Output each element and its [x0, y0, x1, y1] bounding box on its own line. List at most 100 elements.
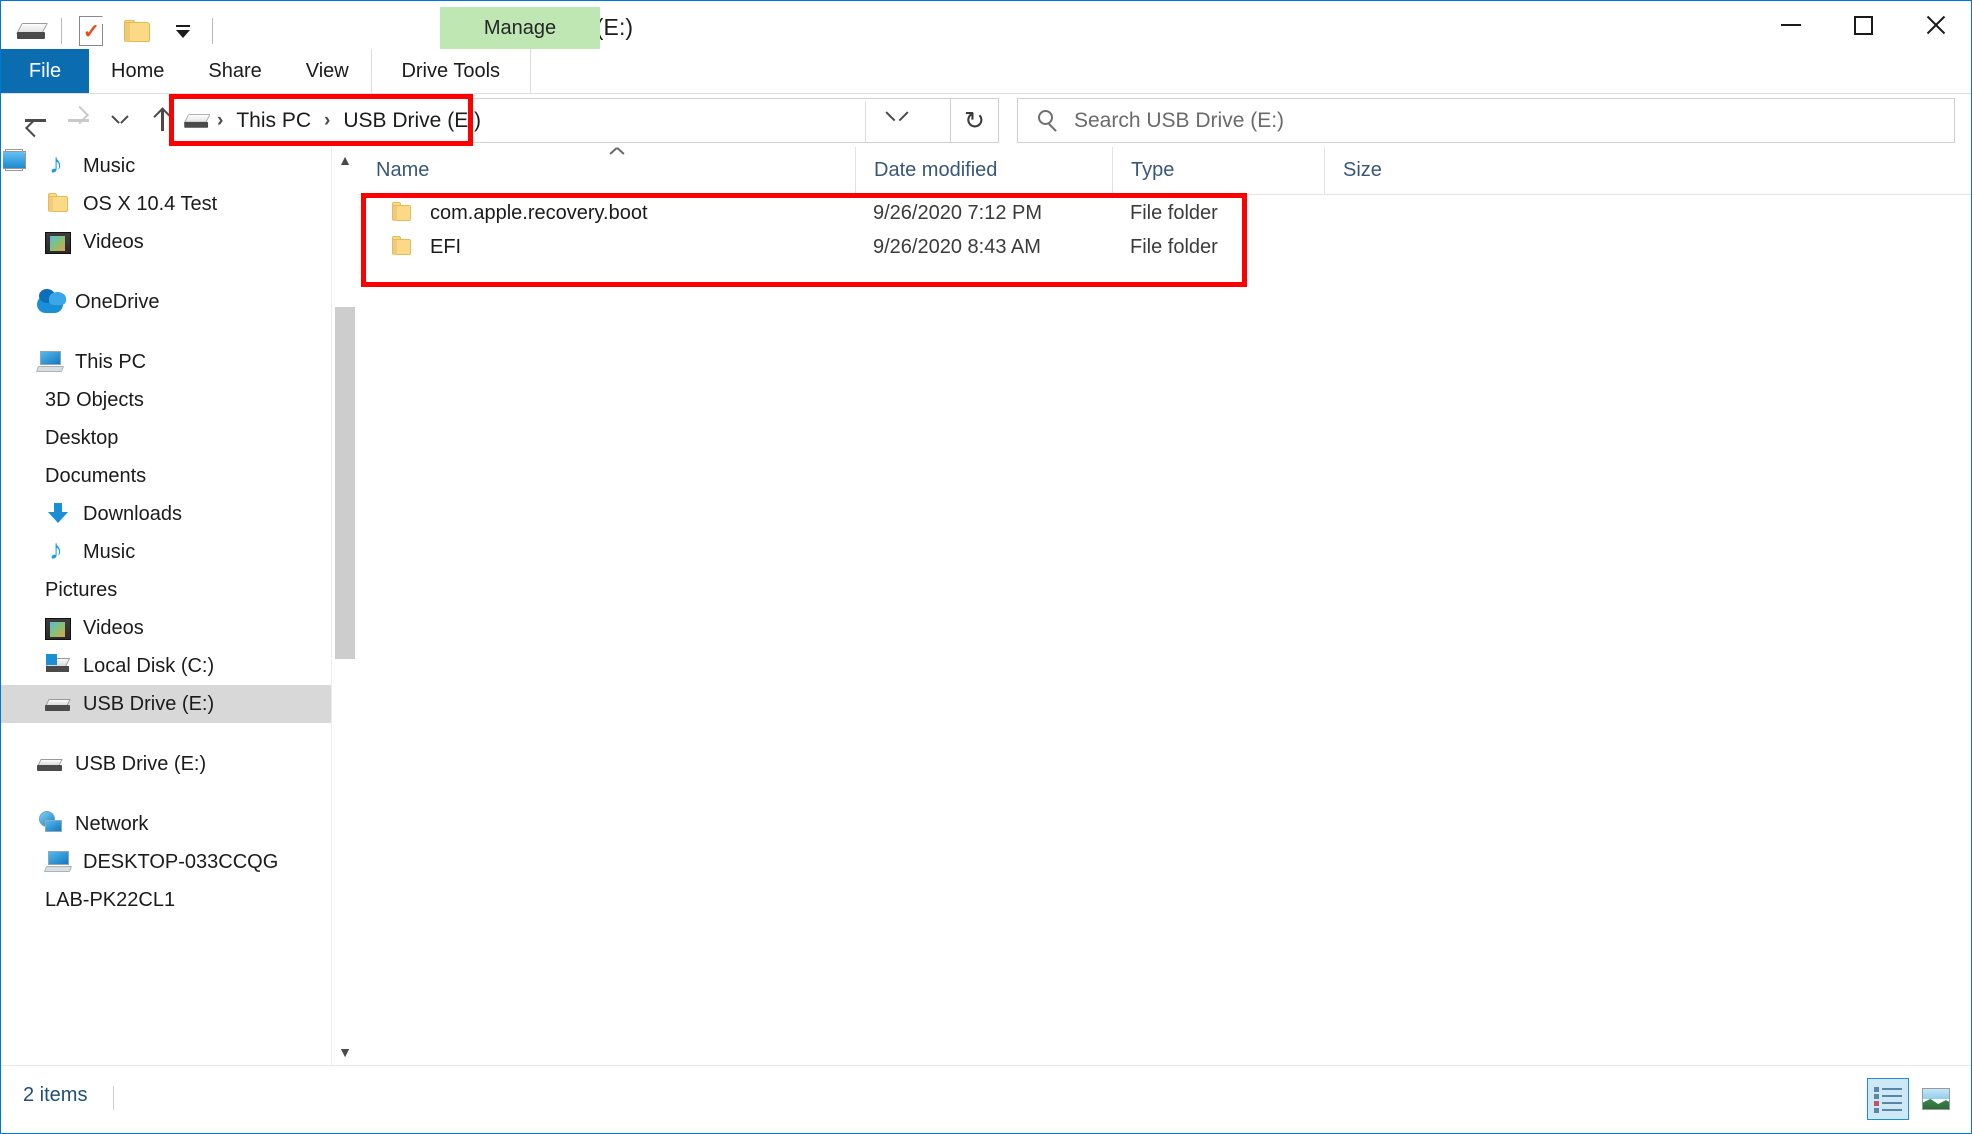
- music-icon: [45, 148, 71, 180]
- view-mode-buttons: [1867, 1078, 1957, 1120]
- address-dropdown-chevron-icon[interactable]: [886, 111, 908, 125]
- details-view-button[interactable]: [1867, 1078, 1909, 1120]
- new-folder-icon[interactable]: [114, 8, 160, 54]
- minimize-button[interactable]: [1755, 1, 1827, 49]
- cell-name: EFI: [358, 230, 855, 264]
- window-controls: [1755, 1, 1971, 49]
- nav-group-spacer: [1, 261, 331, 283]
- sidebar-item-label: Pictures: [45, 578, 118, 601]
- minimize-icon: [1781, 24, 1801, 26]
- address-bar-divider: [865, 101, 866, 142]
- sidebar-item-label: Music: [83, 540, 136, 563]
- forward-button[interactable]: [57, 98, 99, 142]
- ribbon-tab-bar: Manage File Home Share View Drive Tools …: [1, 7, 1971, 123]
- column-header-size[interactable]: Size: [1324, 146, 1546, 195]
- sidebar-item-os-x-10-4-test[interactable]: OS X 10.4 Test: [1, 185, 331, 223]
- search-input[interactable]: Search USB Drive (E:): [1074, 109, 1284, 133]
- sidebar-item-lab-pk22cl1[interactable]: LAB-PK22CL1: [1, 152, 331, 919]
- column-headers: Name Date modified Type Size: [358, 146, 1971, 195]
- navigation-pane[interactable]: Music OS X 10.4 Test Videos OneDrive This PC…: [1, 147, 331, 1065]
- tab-home[interactable]: Home: [89, 49, 186, 93]
- sidebar-item-label: Desktop: [45, 426, 119, 449]
- toolbar-divider: [212, 18, 213, 44]
- sidebar-item-label: Network: [75, 812, 149, 835]
- tab-view[interactable]: View: [284, 49, 371, 93]
- sidebar-item-music[interactable]: Music: [1, 147, 331, 185]
- sidebar-item-documents[interactable]: Documents: [1, 149, 331, 495]
- sidebar-item-network[interactable]: Network: [1, 805, 331, 843]
- file-explorer-window: ✓ USB Drive (E:) Manage File Home Share …: [0, 0, 1972, 1134]
- tab-share[interactable]: Share: [186, 49, 283, 93]
- network-icon: [37, 811, 63, 837]
- address-bar-row: › This PC › USB Drive (E:) ↻ Search USB …: [1, 94, 1971, 147]
- sidebar-item-label: OS X 10.4 Test: [83, 192, 218, 215]
- sidebar-item-usb-drive-e[interactable]: USB Drive (E:): [1, 685, 331, 723]
- details-view-icon: [1874, 1086, 1902, 1113]
- navigation-buttons: [15, 98, 183, 142]
- search-box[interactable]: Search USB Drive (E:): [1017, 98, 1955, 143]
- breadcrumb-item-this-pc[interactable]: This PC: [230, 107, 317, 135]
- nav-group-spacer: [1, 321, 331, 343]
- sidebar-item-pictures[interactable]: Pictures: [1, 151, 331, 609]
- usb-drive-icon: [37, 751, 63, 777]
- column-header-name[interactable]: Name: [358, 147, 855, 195]
- address-bar[interactable]: › This PC › USB Drive (E:): [169, 98, 951, 143]
- sidebar-item-downloads[interactable]: Downloads: [1, 495, 331, 533]
- folder-icon: [390, 235, 414, 259]
- nav-group-spacer: [1, 723, 331, 745]
- refresh-button[interactable]: ↻: [951, 98, 999, 143]
- close-button[interactable]: [1899, 1, 1971, 49]
- file-list-pane: Name Date modified Type Size com.apple.r…: [358, 146, 1971, 1065]
- large-icons-view-button[interactable]: [1915, 1078, 1957, 1120]
- sidebar-item-local-disk-c[interactable]: Local Disk (C:): [1, 647, 331, 685]
- sidebar-item-desktop[interactable]: Desktop: [1, 151, 331, 457]
- file-rows: com.apple.recovery.boot 9/26/2020 7:12 PM…: [358, 196, 1971, 264]
- sidebar-item-label: DESKTOP-033CCQG: [83, 850, 279, 873]
- sidebar-item-label: Videos: [83, 230, 144, 253]
- onedrive-icon: [37, 289, 66, 313]
- navigation-pane-scrollbar[interactable]: ▲ ▼: [331, 147, 357, 1065]
- nav-group-spacer: [1, 783, 331, 805]
- cell-type: File folder: [1130, 235, 1218, 258]
- sidebar-item-videos[interactable]: Videos: [1, 223, 331, 261]
- breadcrumb-item-usb-drive[interactable]: USB Drive (E:): [337, 107, 487, 135]
- usb-drive-icon: [45, 691, 71, 717]
- sidebar-item-label: Music: [83, 154, 136, 177]
- tab-file[interactable]: File: [1, 49, 89, 93]
- recent-locations-button[interactable]: [99, 98, 141, 142]
- properties-document-icon[interactable]: ✓: [68, 8, 114, 54]
- forward-arrow-icon: [67, 111, 89, 129]
- sidebar-item-videos[interactable]: Videos: [1, 609, 331, 647]
- sidebar-item-label: Downloads: [83, 502, 182, 525]
- quick-access-toolbar: ✓: [9, 7, 219, 55]
- search-icon: [1038, 109, 1060, 132]
- breadcrumb-separator: ›: [217, 109, 224, 131]
- usb-drive-icon[interactable]: [182, 111, 211, 131]
- customize-quick-access-chevron-icon[interactable]: [160, 8, 206, 54]
- sidebar-item-desktop-033ccqg[interactable]: DESKTOP-033CCQG: [1, 843, 331, 881]
- table-row[interactable]: com.apple.recovery.boot 9/26/2020 7:12 PM…: [358, 196, 1971, 230]
- sidebar-item-music[interactable]: Music: [1, 533, 331, 571]
- sidebar-item-3d-objects[interactable]: 3D Objects: [1, 149, 331, 419]
- back-arrow-icon: [25, 111, 47, 129]
- sidebar-item-onedrive[interactable]: OneDrive: [1, 283, 331, 321]
- column-header-date-modified[interactable]: Date modified: [855, 146, 1112, 195]
- scroll-down-arrow-icon[interactable]: ▼: [332, 1039, 358, 1065]
- usb-drive-icon[interactable]: [9, 8, 55, 54]
- status-bar: 2 items: [1, 1065, 1971, 1133]
- sidebar-item-usb-drive-e[interactable]: USB Drive (E:): [1, 745, 331, 783]
- scrollbar-thumb[interactable]: [335, 307, 355, 659]
- column-header-type[interactable]: Type: [1112, 146, 1324, 195]
- sidebar-item-label: Local Disk (C:): [83, 654, 215, 677]
- scroll-up-arrow-icon[interactable]: ▲: [332, 147, 358, 173]
- large-icons-view-icon: [1922, 1088, 1950, 1110]
- sort-ascending-icon: [610, 149, 624, 159]
- sidebar-item-this-pc[interactable]: This PC: [1, 343, 331, 381]
- table-row[interactable]: EFI 9/26/2020 8:43 AM File folder: [358, 230, 1971, 264]
- sidebar-item-label: This PC: [75, 350, 147, 373]
- maximize-button[interactable]: [1827, 1, 1899, 49]
- column-header-name-label: Name: [376, 159, 430, 181]
- tab-drive-tools[interactable]: Drive Tools: [370, 49, 531, 93]
- item-count-label: 2 items: [23, 1084, 88, 1106]
- back-button[interactable]: [15, 98, 57, 142]
